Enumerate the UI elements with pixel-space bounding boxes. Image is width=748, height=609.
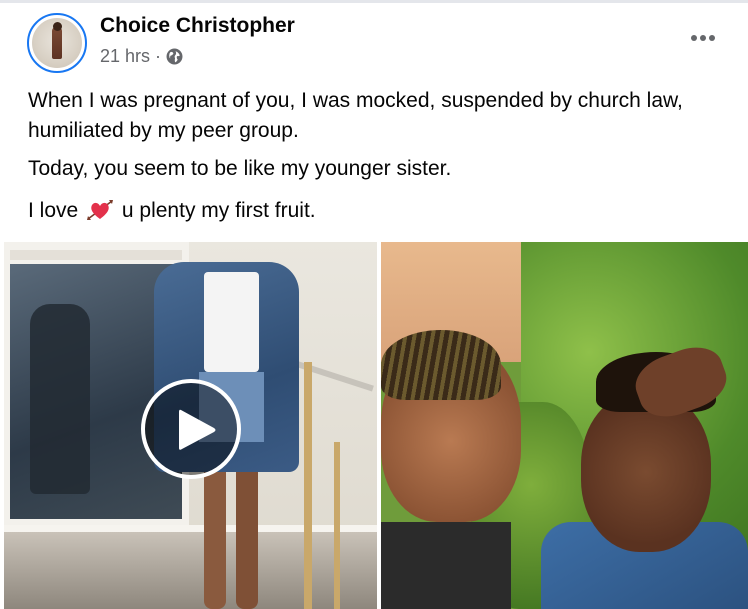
scene-railing-post bbox=[304, 362, 312, 609]
meta-separator: · bbox=[155, 45, 162, 66]
avatar-image bbox=[32, 18, 82, 68]
video-thumbnail[interactable] bbox=[4, 242, 377, 609]
scene-railing-post bbox=[334, 442, 340, 609]
scene-reflection bbox=[30, 304, 90, 494]
person-top bbox=[204, 272, 259, 372]
avatar-figure-head bbox=[53, 22, 62, 31]
dot bbox=[691, 35, 697, 41]
heart-with-arrow-icon bbox=[87, 200, 114, 220]
scene-floor bbox=[4, 532, 377, 609]
person-face bbox=[581, 392, 711, 552]
author-avatar[interactable] bbox=[27, 13, 87, 73]
more-options-icon[interactable] bbox=[688, 26, 718, 50]
post-text-before-emoji: I love bbox=[28, 199, 79, 222]
play-triangle bbox=[179, 409, 216, 450]
feed-post: Choice Christopher 21 hrs · When I was p… bbox=[0, 0, 748, 609]
globe-icon[interactable] bbox=[166, 48, 183, 65]
scene-window-bar bbox=[10, 250, 182, 260]
post-text-line-1: When I was pregnant of you, I was mocked… bbox=[28, 89, 683, 142]
post-text-line-3: I love u plenty my first fruit. bbox=[28, 196, 728, 226]
person-shirt bbox=[381, 522, 511, 609]
post-meta: 21 hrs · bbox=[100, 45, 183, 67]
post-time[interactable]: 21 hrs bbox=[100, 46, 150, 67]
divider bbox=[0, 0, 748, 3]
avatar-figure bbox=[52, 27, 62, 59]
dot bbox=[700, 35, 706, 41]
play-icon[interactable] bbox=[141, 379, 241, 479]
post-text-line-2: Today, you seem to be like my younger si… bbox=[28, 157, 452, 180]
post-text-after-emoji: u plenty my first fruit. bbox=[121, 199, 316, 222]
author-name[interactable]: Choice Christopher bbox=[100, 14, 295, 38]
person-hair bbox=[381, 330, 501, 400]
photo-thumbnail[interactable] bbox=[381, 242, 748, 609]
dot bbox=[709, 35, 715, 41]
